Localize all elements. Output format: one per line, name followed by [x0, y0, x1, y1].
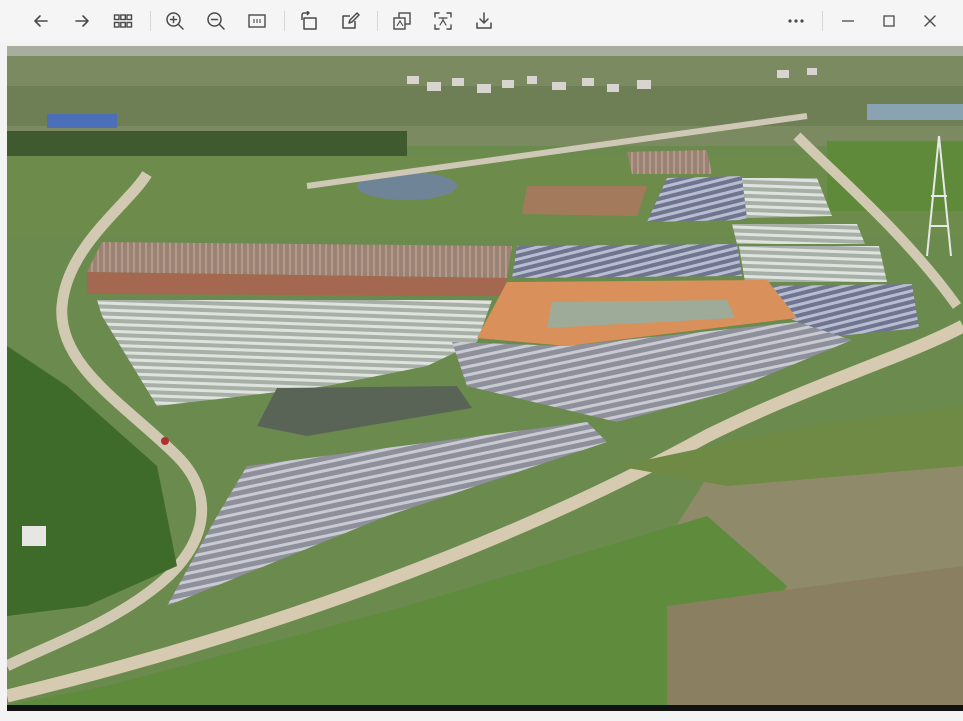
viewer-toolbar [0, 0, 963, 43]
close-icon[interactable] [915, 6, 945, 36]
more-icon[interactable] [781, 6, 811, 36]
aerial-farmland-image [7, 46, 963, 705]
image-viewport[interactable] [7, 46, 963, 705]
compare-icon[interactable] [387, 6, 417, 36]
toolbar-separator [377, 11, 378, 31]
maximize-icon[interactable] [874, 6, 904, 36]
toolbar-separator [284, 11, 285, 31]
window-footer [0, 711, 963, 721]
zoom-in-icon[interactable] [160, 6, 190, 36]
download-icon[interactable] [469, 6, 499, 36]
grid-icon[interactable] [108, 6, 138, 36]
arrow-right-icon[interactable] [67, 6, 97, 36]
ocr-icon[interactable] [428, 6, 458, 36]
fit-icon[interactable] [242, 6, 272, 36]
toolbar-separator [150, 11, 151, 31]
minimize-icon[interactable] [833, 6, 863, 36]
edit-icon[interactable] [335, 6, 365, 36]
rotate-icon[interactable] [294, 6, 324, 36]
window-border [0, 43, 7, 721]
toolbar-separator [822, 11, 823, 31]
zoom-out-icon[interactable] [201, 6, 231, 36]
arrow-left-icon[interactable] [26, 6, 56, 36]
